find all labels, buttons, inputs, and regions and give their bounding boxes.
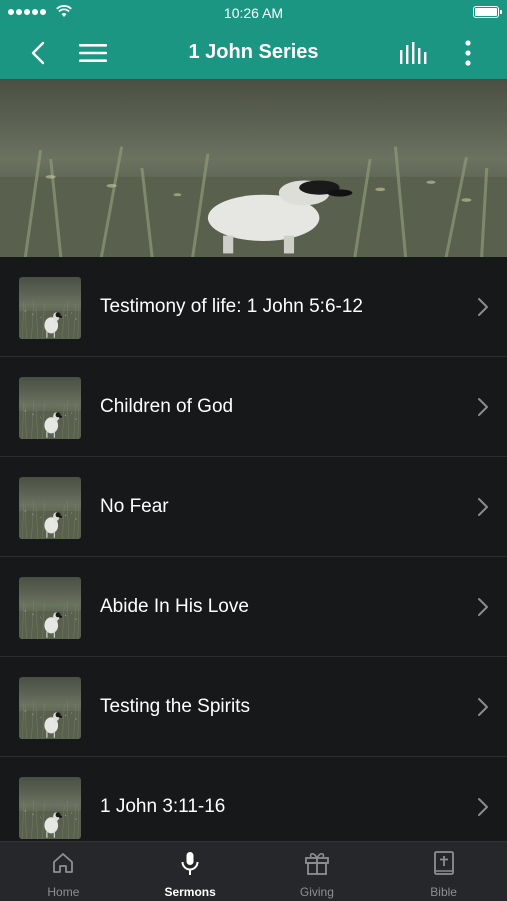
tab-label: Home xyxy=(47,885,80,899)
chevron-right-icon xyxy=(478,398,488,416)
tab-bar: Home Sermons Giving Bible xyxy=(0,841,507,901)
sermon-row[interactable]: Testing the Spirits xyxy=(0,657,507,757)
tab-sermons[interactable]: Sermons xyxy=(127,842,254,901)
audio-button[interactable] xyxy=(398,26,430,79)
more-button[interactable] xyxy=(456,26,480,79)
chevron-right-icon xyxy=(478,798,488,816)
series-banner-image xyxy=(0,79,507,257)
nav-bar: 1 John Series xyxy=(0,26,507,79)
sermon-row[interactable]: Children of God xyxy=(0,357,507,457)
audio-bars-icon xyxy=(400,41,427,64)
sermon-title: 1 John 3:11-16 xyxy=(100,796,226,817)
menu-button[interactable] xyxy=(78,26,108,79)
sermon-title: No Fear xyxy=(100,496,169,517)
chevron-right-icon xyxy=(478,298,488,316)
more-icon xyxy=(465,39,471,66)
chevron-right-icon xyxy=(478,698,488,716)
status-time: 10:26 AM xyxy=(223,5,284,21)
sermon-title: Testing the Spirits xyxy=(100,696,250,717)
sermon-thumbnail xyxy=(19,777,81,839)
sermon-thumbnail xyxy=(19,477,81,539)
tab-label: Giving xyxy=(299,885,334,899)
sermon-row[interactable]: Testimony of life: 1 John 5:6-12 xyxy=(0,257,507,357)
sermon-thumbnail xyxy=(19,577,81,639)
tab-home[interactable]: Home xyxy=(0,842,127,901)
status-bar: 10:26 AM xyxy=(0,0,507,26)
battery-icon xyxy=(473,6,502,18)
tab-label: Bible xyxy=(430,885,457,899)
chevron-right-icon xyxy=(478,598,488,616)
menu-icon xyxy=(79,43,107,62)
microphone-icon xyxy=(181,852,199,875)
chevron-right-icon xyxy=(478,498,488,516)
tab-bible[interactable]: Bible xyxy=(380,842,507,901)
sermon-row[interactable]: No Fear xyxy=(0,457,507,557)
sermon-title: Testimony of life: 1 John 5:6-12 xyxy=(100,296,363,317)
page-title: 1 John Series xyxy=(188,41,319,63)
home-icon xyxy=(53,853,74,873)
sermon-title: Abide In His Love xyxy=(100,596,249,617)
sermon-list: Testimony of life: 1 John 5:6-12 Childre… xyxy=(0,257,507,841)
sermon-row[interactable]: 1 John 3:11-16 xyxy=(0,757,507,841)
sermon-thumbnail xyxy=(19,677,81,739)
tab-giving[interactable]: Giving xyxy=(254,842,381,901)
sermon-thumbnail xyxy=(19,377,81,439)
gift-icon xyxy=(304,852,329,875)
sermon-title: Children of God xyxy=(100,396,234,417)
sermon-thumbnail xyxy=(19,277,81,339)
bible-icon xyxy=(433,851,454,875)
tab-label: Sermons xyxy=(164,885,216,899)
back-button[interactable] xyxy=(24,26,52,79)
sermon-row[interactable]: Abide In His Love xyxy=(0,557,507,657)
back-icon xyxy=(31,41,45,64)
